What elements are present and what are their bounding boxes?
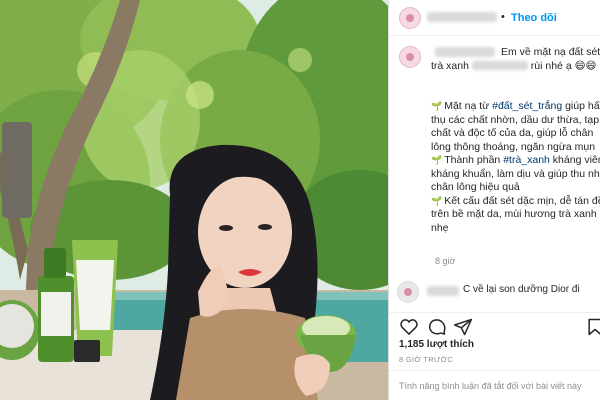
caption-text: Mặt nạ từ	[444, 100, 493, 112]
caption-line: 🌱Thành phần #trà_xanh kháng viêm,	[431, 154, 600, 168]
caption-author-avatar[interactable]	[399, 46, 421, 68]
header-dot: •	[501, 11, 505, 23]
comment-row: C về lại son dưỡng Dior đi	[397, 281, 597, 303]
bookmark-icon[interactable]	[585, 317, 600, 337]
caption-line: trà xanh rùi nhé ạ 😄😄	[431, 60, 599, 74]
post-photo[interactable]	[0, 0, 388, 400]
comments-disabled-text: Tính năng bình luận đã tắt đối với bài v…	[399, 381, 582, 391]
commenter-username-redacted[interactable]	[427, 286, 459, 296]
like-count[interactable]: 1,185 lượt thích	[399, 339, 474, 350]
caption-line: lông thông thoáng, ngăn ngừa mụn	[431, 140, 596, 153]
post-sidebar: • Theo dõi Em về mặt nạ đất sét trà xanh…	[388, 0, 600, 400]
sprout-icon: 🌱	[431, 101, 443, 111]
commenter-avatar[interactable]	[397, 281, 419, 303]
sprout-icon: 🌱	[431, 155, 443, 165]
caption-text: trà xanh	[431, 59, 469, 72]
caption-text: Thành phần	[444, 154, 504, 166]
comments-disabled-bar: Tính năng bình luận đã tắt đối với bài v…	[389, 370, 600, 400]
follow-button[interactable]: Theo dõi	[511, 12, 557, 24]
comment-icon[interactable]	[427, 317, 447, 337]
caption-line: 🌱Mặt nạ từ #đất_sét_trắng giúp hấp	[431, 100, 600, 114]
author-avatar[interactable]	[399, 7, 421, 29]
caption-line: kháng khuẩn, làm dịu và giúp thu nhỏ	[431, 167, 600, 180]
post-timestamp[interactable]: 8 GIỜ TRƯỚC	[399, 355, 453, 364]
caption-line: chân lông hiệu quả	[431, 181, 520, 193]
sprout-icon: 🌱	[431, 195, 443, 206]
hashtag-link[interactable]: #đất_sét_trắng	[492, 100, 562, 112]
caption-text: giúp hấp	[565, 100, 600, 112]
caption-text: rùi nhé ạ 😄😄	[530, 59, 597, 72]
caption-line: nhẹ	[431, 221, 449, 234]
heart-icon[interactable]	[399, 317, 419, 337]
action-bar	[389, 312, 600, 338]
caption-line: thụ các chất nhờn, dầu dư thừa, tạp	[431, 113, 600, 126]
caption-text: Kết cấu đất sét dặc mịn, dễ tán đều	[444, 194, 600, 207]
caption-line: 🌱 Kết cấu đất sét dặc mịn, dễ tán đều	[431, 194, 600, 209]
hashtag-link[interactable]: #trà_xanh	[503, 154, 550, 166]
post-header: • Theo dõi	[389, 0, 600, 36]
photo-illustration	[0, 0, 388, 400]
caption-timestamp[interactable]: 8 giờ	[435, 256, 455, 266]
caption-line: trên bề mặt da, mùi hương trà xanh dịu	[431, 208, 600, 220]
caption-line: Em về mặt nạ đất sét	[501, 46, 600, 58]
comment-text: C về lại son dưỡng Dior đi	[463, 284, 580, 295]
send-icon[interactable]	[453, 317, 473, 337]
caption-text: kháng viêm,	[552, 154, 600, 166]
caption-line: chất và độc tố của da, giúp lỗ chân	[431, 127, 594, 139]
post-caption: Em về mặt nạ đất sét trà xanh rùi nhé ạ …	[431, 46, 600, 235]
author-username-redacted[interactable]	[427, 12, 497, 22]
product-name-redacted	[471, 61, 528, 71]
